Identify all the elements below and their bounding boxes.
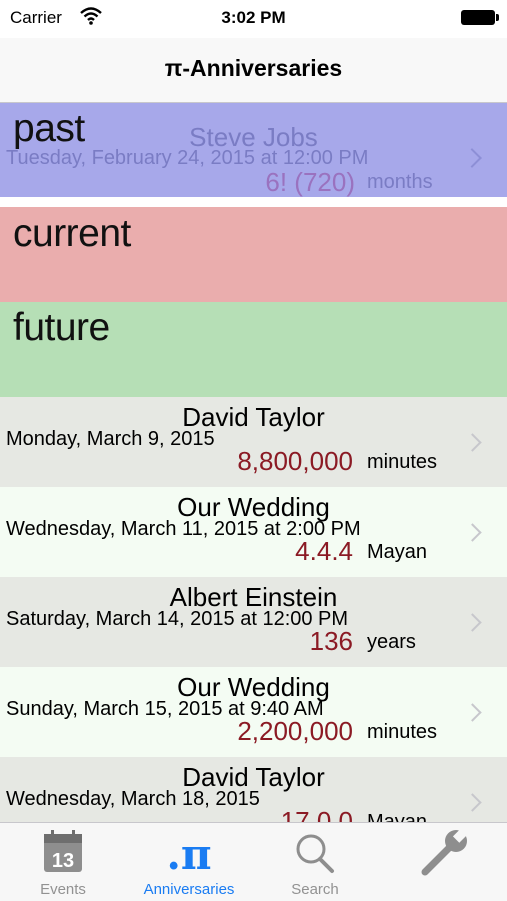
anniversary-value: 8,800,000 xyxy=(237,446,353,476)
page-title: π-Anniversaries xyxy=(164,55,343,81)
anniversary-unit: Mayan xyxy=(367,541,428,563)
past-event-unit: months xyxy=(367,171,433,193)
anniversary-value: 2,200,000 xyxy=(237,716,353,746)
section-past[interactable]: Steve Jobs Tuesday, February 24, 2015 at… xyxy=(0,103,507,197)
section-current[interactable]: current xyxy=(0,207,507,302)
list-item[interactable]: David Taylor Monday, March 9, 2015 8,800… xyxy=(0,397,507,487)
anniversary-unit: years xyxy=(367,631,416,653)
calendar-icon-day: 13 xyxy=(52,850,74,872)
navigation-bar: π-Anniversaries xyxy=(0,38,507,103)
anniversary-unit: minutes xyxy=(367,721,438,743)
pi-icon-glyph: .π xyxy=(166,830,211,877)
chevron-right-icon xyxy=(463,613,482,632)
tab-anniversaries[interactable]: .π Anniversaries xyxy=(126,823,252,901)
status-time: 3:02 PM xyxy=(221,8,286,27)
list-item[interactable]: Our Wedding Sunday, March 15, 2015 at 9:… xyxy=(0,667,507,757)
anniversary-value: 136 xyxy=(309,626,353,656)
section-label-future: future xyxy=(13,306,110,349)
chevron-right-icon xyxy=(463,703,482,722)
chevron-right-icon xyxy=(463,523,482,542)
list-item[interactable]: Albert Einstein Saturday, March 14, 2015… xyxy=(0,577,507,667)
calendar-icon: 13 xyxy=(44,830,82,872)
tab-settings[interactable] xyxy=(378,823,504,901)
chevron-right-icon xyxy=(463,433,482,452)
wrench-icon xyxy=(421,829,470,876)
tab-bar: 13 Events .π Anniversaries Search xyxy=(0,822,507,901)
past-event-value: 6! (720) xyxy=(265,167,355,197)
list-item[interactable]: Our Wedding Wednesday, March 11, 2015 at… xyxy=(0,487,507,577)
anniversary-value: 4.4.4 xyxy=(295,536,353,566)
chevron-right-icon xyxy=(463,793,482,812)
tab-label-search: Search xyxy=(291,881,339,898)
tab-label-anniversaries: Anniversaries xyxy=(143,881,235,898)
tab-events[interactable]: 13 Events xyxy=(0,823,126,901)
anniversary-unit: minutes xyxy=(367,451,438,473)
pi-icon: .π xyxy=(166,830,211,877)
tab-label-events: Events xyxy=(40,881,86,898)
list-item[interactable]: David Taylor Wednesday, March 18, 2015 1… xyxy=(0,757,507,822)
section-label-current: current xyxy=(13,212,131,255)
anniversary-unit: Mayan xyxy=(367,811,428,822)
section-future[interactable]: future xyxy=(0,302,507,397)
tab-search[interactable]: Search xyxy=(252,823,378,901)
battery-icon xyxy=(461,10,499,25)
anniversary-value: 17.0.0 xyxy=(280,806,353,822)
section-label-past: past xyxy=(13,107,85,150)
search-icon xyxy=(296,834,334,873)
section-divider xyxy=(0,197,507,207)
status-bar: Carrier 3:02 PM xyxy=(0,0,507,38)
